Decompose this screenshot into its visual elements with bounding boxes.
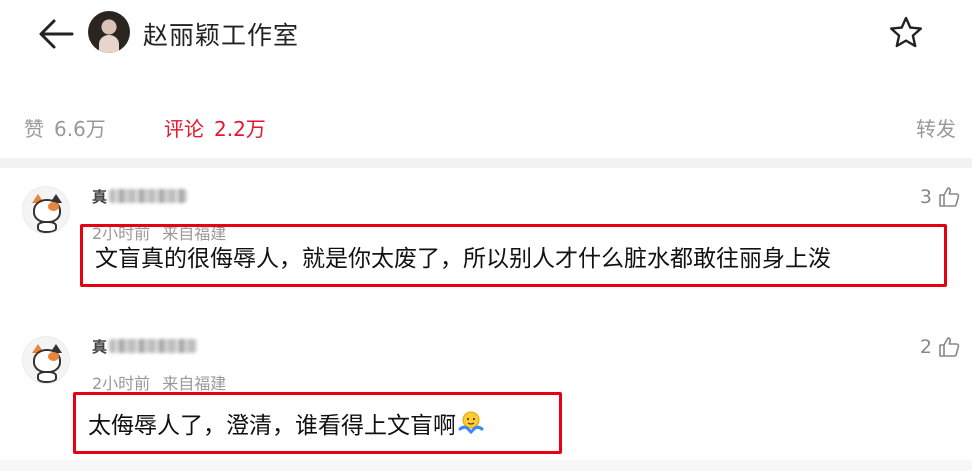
commenter-username[interactable]: 真 — [92, 186, 188, 206]
bottom-divider — [0, 460, 972, 471]
section-divider — [0, 158, 972, 168]
tab-comments-count: 2.2万 — [214, 117, 266, 141]
comment-like-button[interactable]: 2 — [920, 336, 960, 358]
commenter-username[interactable]: 真 — [92, 336, 198, 356]
comment-text-highlight: 太侮辱人了，澄清，谁看得上文盲啊 — [73, 392, 562, 454]
tab-likes-label: 赞 — [24, 117, 44, 141]
comment-item: 真 2小时前 来自福建 3 文盲真的很侮辱人，就是你太废了，所以别人才什么脏水都敢… — [0, 168, 972, 308]
account-avatar[interactable] — [88, 11, 130, 53]
commenter-avatar[interactable] — [22, 336, 70, 384]
tab-reposts-label: 转发 — [916, 117, 956, 141]
comment-time: 2小时前 — [92, 374, 151, 393]
comment-item: 真 2小时前 来自福建 2 太侮辱人了，澄清，谁看得上文盲啊 — [0, 318, 972, 460]
username-visible-char: 真 — [92, 337, 108, 356]
tab-likes-count: 6.6万 — [54, 117, 106, 141]
shrug-emoji-icon — [458, 411, 484, 435]
thumbs-up-icon — [939, 337, 960, 357]
comment-text: 太侮辱人了，澄清，谁看得上文盲啊 — [88, 413, 456, 439]
comment-like-count: 3 — [919, 186, 932, 208]
username-visible-char: 真 — [92, 187, 108, 206]
comment-text-highlight: 文盲真的很侮辱人，就是你太废了，所以别人才什么脏水都敢往丽身上泼 — [80, 224, 947, 287]
tab-reposts[interactable]: 转发 — [916, 113, 956, 142]
star-icon[interactable] — [888, 15, 924, 51]
tab-likes[interactable]: 赞 6.6万 — [24, 113, 106, 142]
tab-comments[interactable]: 评论 2.2万 — [164, 113, 266, 142]
comment-meta: 2小时前 来自福建 — [92, 370, 226, 394]
thumbs-up-icon — [939, 187, 960, 207]
tab-comments-label: 评论 — [164, 117, 204, 141]
comment-source: 来自福建 — [162, 374, 227, 393]
top-bar: 赵丽颖工作室 — [0, 0, 972, 70]
post-stats-bar: 赞 6.6万 评论 2.2万 转发 — [0, 100, 972, 150]
commenter-avatar[interactable] — [22, 186, 70, 234]
comment-like-count: 2 — [919, 336, 932, 358]
username-blurred — [109, 339, 198, 353]
back-arrow-icon[interactable] — [36, 16, 76, 52]
comment-text: 文盲真的很侮辱人，就是你太废了，所以别人才什么脏水都敢往丽身上泼 — [95, 245, 831, 272]
page-title[interactable]: 赵丽颖工作室 — [143, 16, 299, 52]
username-blurred — [109, 189, 188, 203]
comment-like-button[interactable]: 3 — [920, 186, 960, 208]
